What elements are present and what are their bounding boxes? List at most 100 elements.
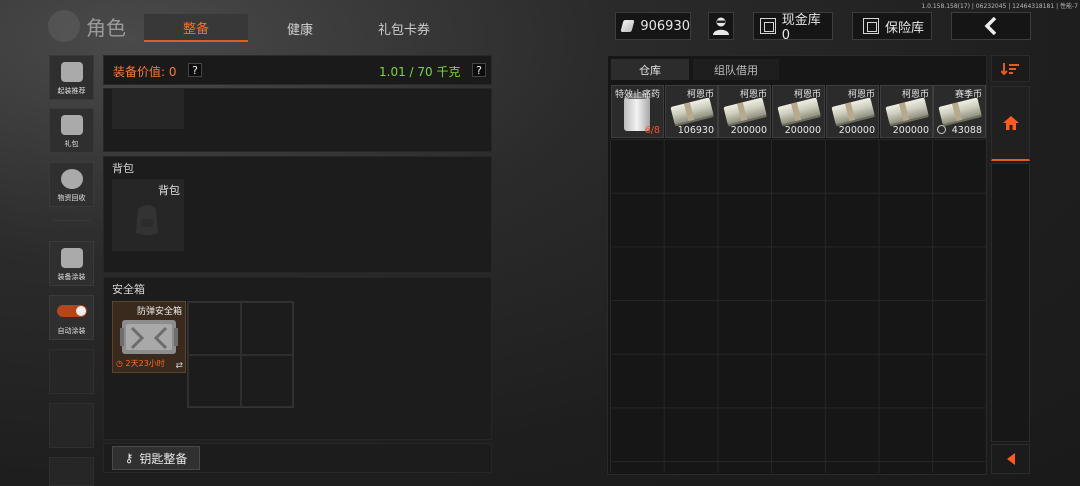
version-info: 1.0.158.158(17) | 06232045 | 12464318181… <box>921 3 1078 10</box>
sidebar-item-gift[interactable]: 礼包 <box>49 108 94 153</box>
key-loadout-label: 钥匙整备 <box>139 451 188 466</box>
operator-icon <box>713 17 729 35</box>
stash-item-painkiller[interactable]: 特效止痛药 6/8 <box>611 85 664 138</box>
warehouse-home-button[interactable] <box>991 86 1030 161</box>
stash-item-coin[interactable]: 柯恩币 200000 <box>880 85 933 138</box>
home-icon <box>1002 116 1019 130</box>
safebox-timer: ◷ 2天23小时 <box>116 358 165 369</box>
item-name: 赛季币 <box>954 90 982 100</box>
key-icon: ⚷ <box>124 451 134 465</box>
safebox-grid <box>187 301 294 408</box>
sidebar-item-label: 起装推荐 <box>57 87 86 95</box>
currency-display[interactable]: 906930 <box>615 12 691 40</box>
money-stack-icon <box>885 97 929 125</box>
sidebar-divider <box>53 220 90 221</box>
money-stack-icon <box>831 97 875 125</box>
insurance-vault-label: 保险库 <box>885 20 925 36</box>
season-coin-icon <box>937 125 946 134</box>
sidebar-item-label: 装备涂装 <box>57 273 86 281</box>
collapse-arrow-icon <box>1006 453 1015 465</box>
paint-icon <box>60 248 83 268</box>
gift-icon <box>60 115 83 135</box>
stash-grid[interactable] <box>610 139 986 473</box>
safebox-icon <box>120 320 178 354</box>
item-name: 柯恩币 <box>686 90 714 100</box>
tab-health[interactable]: 健康 <box>252 14 348 42</box>
weight-help-button[interactable]: ? <box>472 63 486 77</box>
tab-gift-cards[interactable]: 礼包卡券 <box>352 14 456 42</box>
value-help-button[interactable]: ? <box>188 63 202 77</box>
safe-icon <box>863 18 879 34</box>
item-count: 6/8 <box>644 125 660 136</box>
stash-item-coin[interactable]: 柯恩币 200000 <box>772 85 825 138</box>
vest-panel <box>103 88 492 152</box>
tab-warehouse[interactable]: 仓库 <box>611 59 689 80</box>
tab-health-label: 健康 <box>286 22 313 38</box>
collapse-button[interactable] <box>991 444 1030 474</box>
stash-item-coin[interactable]: 柯恩币 200000 <box>826 85 879 138</box>
backpack-icon <box>136 205 158 235</box>
backpack-slot[interactable]: 背包 <box>112 179 184 251</box>
vest-slot[interactable] <box>112 89 184 129</box>
sidebar-item-recommended-loadout[interactable]: 起装推荐 <box>49 55 94 100</box>
item-count: 200000 <box>784 125 821 136</box>
safebox-grid-cell[interactable] <box>240 302 293 355</box>
sidebar-item-auto-paint[interactable]: 自动涂装 <box>49 295 94 340</box>
tab-warehouse-label: 仓库 <box>639 63 661 77</box>
money-stack-icon <box>938 97 982 125</box>
safebox-panel: 安全箱 防弹安全箱 ◷ 2天23小时 ⇄ <box>103 277 492 440</box>
backpack-section-label: 背包 <box>112 162 134 175</box>
vault-icon <box>760 18 776 34</box>
item-name: 柯恩币 <box>901 90 929 100</box>
swap-icon[interactable]: ⇄ <box>175 361 183 371</box>
key-loadout-button[interactable]: ⚷ 钥匙整备 <box>112 446 200 470</box>
sidebar-item-label: 自动涂装 <box>57 327 86 335</box>
loadout-header: 装备价值: 0 ? 1.01 / 70 千克 ? <box>103 55 492 85</box>
money-stack-icon <box>670 97 714 125</box>
insurance-vault-button[interactable]: 保险库 <box>852 12 932 40</box>
tab-team-borrow[interactable]: 组队借用 <box>693 59 779 80</box>
item-name: 柯恩币 <box>847 90 875 100</box>
money-stack-icon <box>777 97 821 125</box>
auto-paint-toggle[interactable] <box>56 305 87 317</box>
backpack-panel: 背包 背包 <box>103 156 492 273</box>
tab-team-borrow-label: 组队借用 <box>714 63 758 77</box>
safebox-slot[interactable]: 防弹安全箱 ◷ 2天23小时 ⇄ <box>112 301 186 373</box>
back-button[interactable] <box>951 12 1031 40</box>
tab-loadout[interactable]: 整备 <box>144 14 248 42</box>
cash-vault-button[interactable]: 现金库 0 <box>753 12 833 43</box>
tab-loadout-label: 整备 <box>182 21 209 37</box>
safebox-section-label: 安全箱 <box>112 283 145 296</box>
backpack-slot-label: 背包 <box>158 184 180 197</box>
item-name: 柯恩币 <box>739 90 767 100</box>
safebox-grid-cell[interactable] <box>240 354 293 407</box>
sidebar-empty-slot <box>49 403 94 448</box>
sort-button[interactable] <box>991 55 1030 82</box>
clock-icon: ◷ <box>116 359 126 368</box>
operator-button[interactable] <box>708 12 734 40</box>
weight-display: 1.01 / 70 千克 <box>379 65 461 79</box>
safebox-grid-cell[interactable] <box>188 354 241 407</box>
safebox-grid-cell[interactable] <box>188 302 241 355</box>
stash-item-coin[interactable]: 柯恩币 106930 <box>665 85 718 138</box>
stash-item-season-coin[interactable]: 赛季币 43088 <box>933 85 986 138</box>
banknote-icon <box>620 20 635 32</box>
sidebar-empty-slot <box>49 349 94 394</box>
sidebar-item-paint[interactable]: 装备涂装 <box>49 241 94 286</box>
sort-icon <box>1000 62 1019 75</box>
safebox-timer-text: 2天23小时 <box>125 359 165 368</box>
tab-gift-cards-label: 礼包卡券 <box>377 22 430 38</box>
item-count: 200000 <box>838 125 875 136</box>
item-name: 特效止痛药 <box>614 90 660 100</box>
sidebar-item-label: 礼包 <box>64 140 79 148</box>
key-loadout-bar: ⚷ 钥匙整备 <box>103 443 492 473</box>
item-count: 43088 <box>951 125 982 136</box>
item-name: 柯恩币 <box>793 90 821 100</box>
money-stack-icon <box>723 97 767 125</box>
stash-side-area <box>991 163 1030 442</box>
recycle-icon <box>60 169 83 189</box>
page-title: 角色 <box>86 16 126 40</box>
sidebar-item-recycle[interactable]: 物资回收 <box>49 162 94 207</box>
sidebar-empty-slot <box>49 457 94 486</box>
stash-item-coin[interactable]: 柯恩币 200000 <box>718 85 771 138</box>
